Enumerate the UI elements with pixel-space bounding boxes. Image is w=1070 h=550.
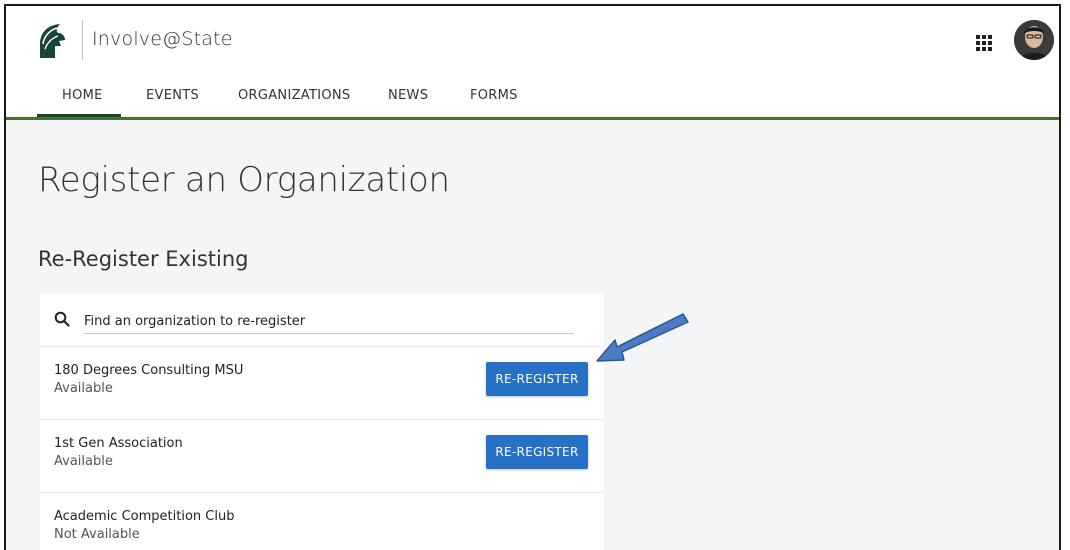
search-row <box>40 293 604 345</box>
user-avatar[interactable] <box>1014 20 1054 60</box>
search-input[interactable] <box>84 309 574 334</box>
nav-underline <box>6 117 1059 120</box>
organization-status: Available <box>54 454 113 469</box>
organization-name: Academic Competition Club <box>54 509 235 524</box>
tab-forms[interactable]: FORMS <box>470 88 518 103</box>
top-header: Involve@State HOME EVENTS ORGANIZATIONS … <box>6 6 1059 120</box>
tab-news[interactable]: NEWS <box>388 88 428 103</box>
section-title: Re-Register Existing <box>38 247 249 271</box>
tab-events[interactable]: EVENTS <box>146 88 199 103</box>
tab-home[interactable]: HOME <box>62 88 103 103</box>
spartan-logo-icon[interactable] <box>34 22 68 60</box>
screenshot-frame: Involve@State HOME EVENTS ORGANIZATIONS … <box>4 4 1061 550</box>
re-register-button[interactable]: RE-REGISTER <box>486 362 588 396</box>
apps-grid-icon[interactable] <box>975 34 993 52</box>
search-icon <box>54 311 70 327</box>
re-register-button[interactable]: RE-REGISTER <box>486 435 588 469</box>
brand-divider <box>82 20 83 60</box>
brand-bar: Involve@State <box>6 6 1059 76</box>
list-item: Academic Competition Club Not Available <box>40 492 604 550</box>
page-title: Register an Organization <box>38 160 450 200</box>
brand-name[interactable]: Involve@State <box>92 28 233 50</box>
tab-organizations[interactable]: ORGANIZATIONS <box>238 88 350 103</box>
list-item: 180 Degrees Consulting MSU Available RE-… <box>40 346 604 419</box>
list-item: 1st Gen Association Available RE-REGISTE… <box>40 419 604 492</box>
main-nav: HOME EVENTS ORGANIZATIONS NEWS FORMS <box>6 76 1059 120</box>
organization-name: 180 Degrees Consulting MSU <box>54 363 244 378</box>
organization-status: Available <box>54 381 113 396</box>
organization-name: 1st Gen Association <box>54 436 183 451</box>
organization-list-card: 180 Degrees Consulting MSU Available RE-… <box>40 293 604 550</box>
organization-status: Not Available <box>54 527 140 542</box>
